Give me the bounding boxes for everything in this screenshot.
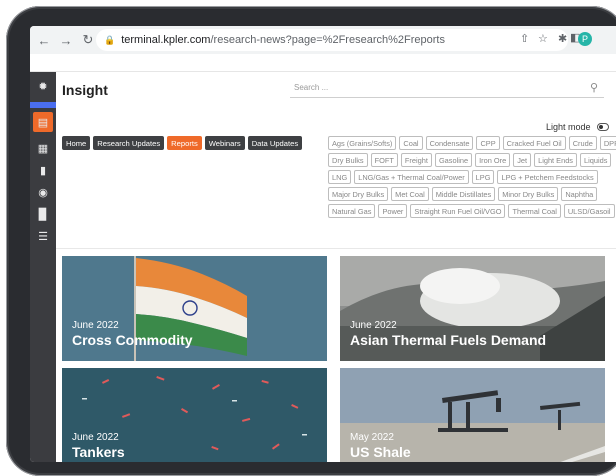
tag-filter[interactable]: Straight Run Fuel Oil/VGO: [410, 204, 506, 218]
tag-filter[interactable]: Crude: [568, 136, 597, 150]
globe-nav-icon[interactable]: ◉: [35, 184, 51, 200]
page-top-strip: [30, 54, 616, 72]
sidebar-indicator: [30, 102, 56, 108]
back-icon[interactable]: ←: [36, 32, 52, 48]
tag-filter[interactable]: Freight: [400, 153, 432, 167]
card-title: US Shale: [350, 444, 411, 460]
share-icon[interactable]: ⇧: [520, 32, 529, 45]
tab-research-updates[interactable]: Research Updates: [93, 136, 165, 150]
tag-filter[interactable]: Gasoline: [434, 153, 473, 167]
tag-filter[interactable]: FOFT: [370, 153, 398, 167]
commodity-tag-filters: Ags (Grains/Softs) Coal Condensate CPP C…: [328, 136, 616, 218]
forward-icon[interactable]: →: [58, 32, 74, 48]
tag-filter[interactable]: Ags (Grains/Softs): [328, 136, 397, 150]
url-path: /research-news?page=%2Fresearch%2Freport…: [210, 34, 445, 46]
card-date: May 2022: [350, 432, 394, 443]
card-date: June 2022: [72, 320, 119, 331]
search-input[interactable]: Search ... ⚲: [290, 78, 604, 98]
light-mode-label: Light mode: [546, 122, 591, 132]
tab-webinars[interactable]: Webinars: [204, 136, 245, 150]
section-divider: [56, 248, 616, 249]
tag-filter[interactable]: LNG: [328, 170, 352, 184]
report-card-cross-commodity[interactable]: June 2022 Cross Commodity: [62, 256, 327, 361]
tag-filter[interactable]: Jet: [513, 153, 532, 167]
tag-filter[interactable]: Power: [378, 204, 408, 218]
tag-filter[interactable]: Condensate: [425, 136, 474, 150]
card-date: June 2022: [72, 432, 119, 443]
light-mode-toggle[interactable]: Light mode: [546, 122, 609, 132]
lock-icon: 🔒: [104, 34, 116, 45]
tag-filter[interactable]: Coal: [399, 136, 423, 150]
tag-filter[interactable]: Iron Ore: [475, 153, 511, 167]
profile-avatar[interactable]: P: [578, 32, 592, 46]
tag-filter[interactable]: LNG/Gas + Thermal Coal/Power: [354, 170, 469, 184]
card-date: June 2022: [350, 320, 397, 331]
main-content: Insight Search ... ⚲ Light mode Home Res…: [56, 72, 616, 462]
url-host: terminal.kpler.com: [121, 34, 211, 46]
report-card-asian-thermal-fuels[interactable]: June 2022 Asian Thermal Fuels Demand: [340, 256, 605, 361]
app-sidebar: ✹ ▤ ▦ ▮ ◉ ▉ ☰ 10: [30, 72, 56, 462]
list-nav-icon[interactable]: ☰: [35, 228, 51, 244]
tag-filter[interactable]: LPG: [471, 170, 495, 184]
screen: ← → ↻ 🔒 terminal.kpler.com/research-news…: [30, 26, 616, 462]
tag-filter[interactable]: CPP: [476, 136, 500, 150]
search-placeholder: Search ...: [294, 83, 329, 92]
tag-filter[interactable]: Thermal Coal: [508, 204, 561, 218]
tag-filter[interactable]: DPP: [599, 136, 616, 150]
dashboard-nav-icon[interactable]: ▦: [35, 140, 51, 156]
tab-data-updates[interactable]: Data Updates: [247, 136, 303, 150]
extensions-icon[interactable]: ✱: [558, 32, 567, 45]
tag-filter[interactable]: ULSD/Gasoil: [563, 204, 615, 218]
report-card-us-shale[interactable]: May 2022 US Shale: [340, 368, 605, 462]
tag-filter[interactable]: Naphtha: [561, 187, 598, 201]
tab-reports[interactable]: Reports: [167, 136, 202, 150]
tag-filter[interactable]: Middle Distillates: [431, 187, 496, 201]
card-title: Tankers: [72, 444, 125, 460]
reload-icon[interactable]: ↻: [80, 32, 96, 48]
toggle-switch[interactable]: [596, 123, 609, 131]
tablet-frame: ← → ↻ 🔒 terminal.kpler.com/research-news…: [6, 6, 616, 476]
tag-filter[interactable]: Met Coal: [391, 187, 429, 201]
address-bar[interactable]: 🔒 terminal.kpler.com/research-news?page=…: [96, 29, 568, 51]
tab-home[interactable]: Home: [62, 136, 91, 150]
tag-filter[interactable]: Liquids: [580, 153, 612, 167]
tag-filter[interactable]: Major Dry Bulks: [328, 187, 389, 201]
tag-filter[interactable]: Minor Dry Bulks: [498, 187, 559, 201]
tag-filter[interactable]: Natural Gas: [328, 204, 376, 218]
report-card-tankers[interactable]: June 2022 Tankers: [62, 368, 327, 462]
card-title: Cross Commodity: [72, 332, 193, 348]
card-title: Asian Thermal Fuels Demand: [350, 332, 547, 348]
chart-nav-icon[interactable]: ▉: [35, 206, 51, 222]
tag-filter[interactable]: LPG + Petchem Feedstocks: [497, 170, 598, 184]
tag-filter[interactable]: Dry Bulks: [328, 153, 368, 167]
category-tabs: Home Research Updates Reports Webinars D…: [62, 136, 303, 150]
tag-filter[interactable]: Cracked Fuel Oil: [502, 136, 566, 150]
insight-nav-icon[interactable]: ▤: [33, 112, 53, 132]
bookmark-nav-icon[interactable]: ▮: [35, 162, 51, 178]
search-icon[interactable]: ⚲: [590, 81, 598, 94]
star-icon[interactable]: ☆: [538, 32, 548, 45]
page-title: Insight: [62, 82, 108, 98]
kpler-logo-icon[interactable]: ✹: [35, 78, 51, 94]
tag-filter[interactable]: Light Ends: [534, 153, 578, 167]
